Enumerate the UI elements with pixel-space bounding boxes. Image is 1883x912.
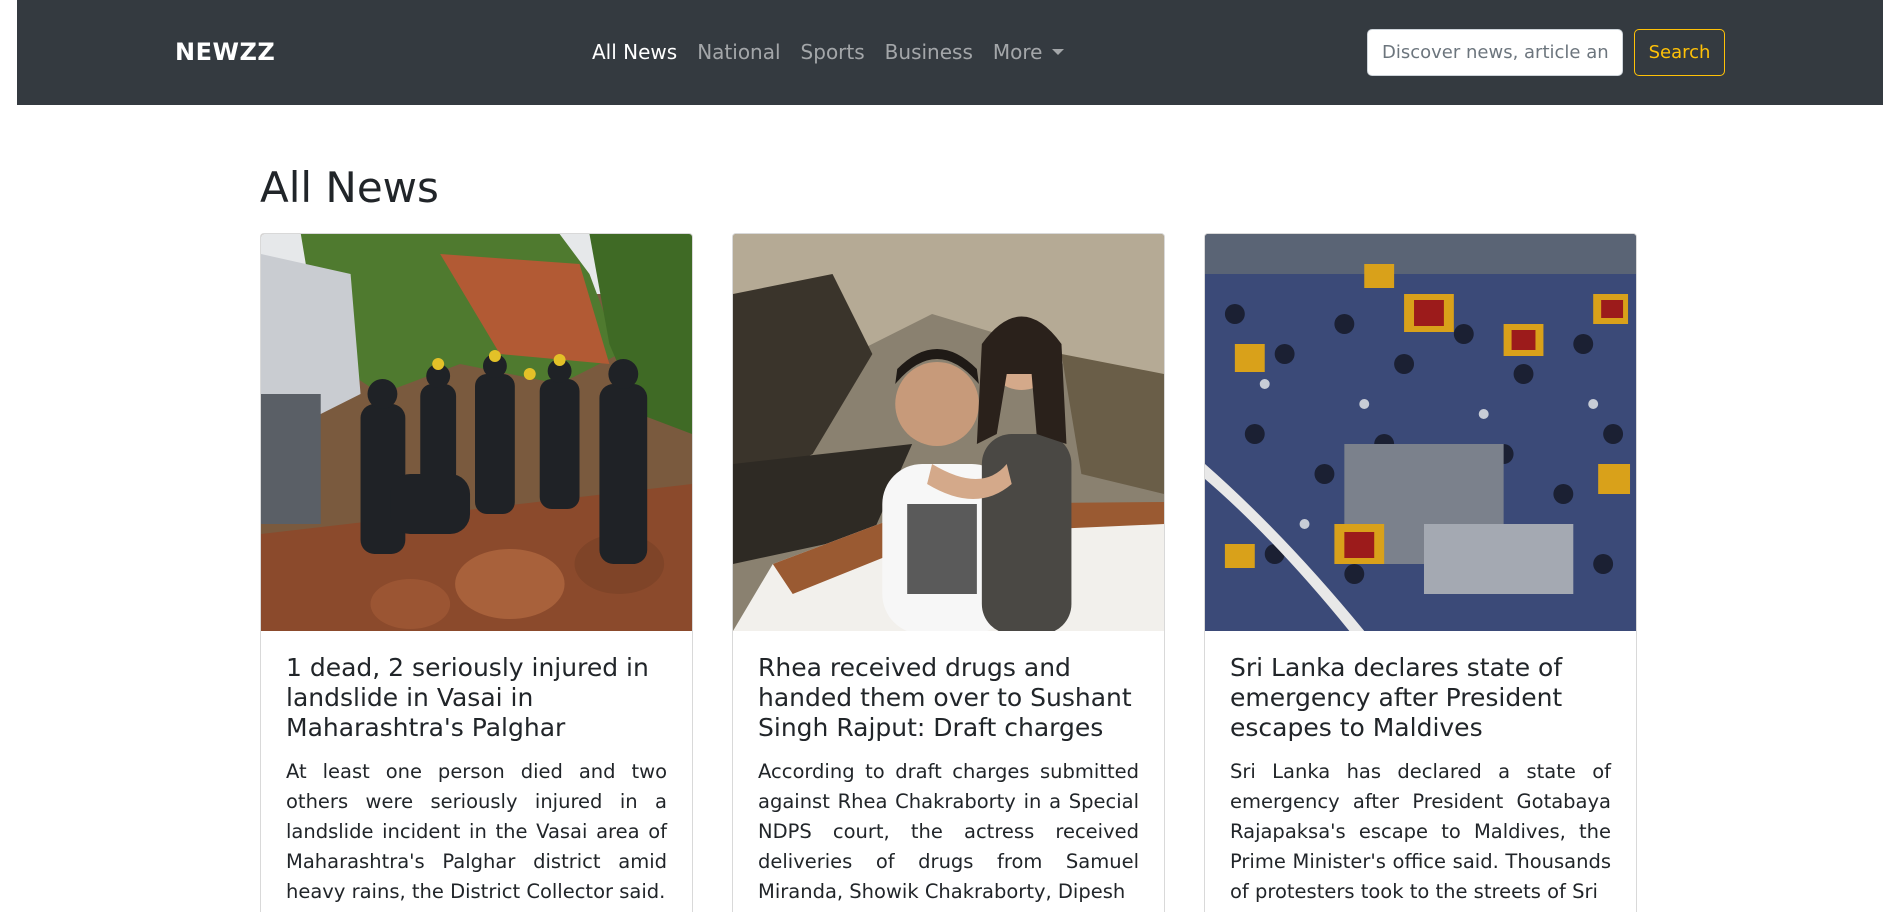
page: NEWZZ All News National Sports Business … xyxy=(0,0,1883,912)
search-input[interactable] xyxy=(1367,29,1623,76)
nav-link-national[interactable]: National xyxy=(697,35,780,69)
card-title[interactable]: Rhea received drugs and handed them over… xyxy=(758,653,1139,743)
nav-link-business[interactable]: Business xyxy=(885,35,973,69)
card-title[interactable]: Sri Lanka declares state of emergency af… xyxy=(1230,653,1611,743)
nav-link-sports[interactable]: Sports xyxy=(801,35,865,69)
card-text: At least one person died and two others … xyxy=(286,760,667,903)
card-text: According to draft charges submitted aga… xyxy=(758,760,1139,903)
nav-dropdown-more-label: More xyxy=(992,40,1043,64)
page-title: All News xyxy=(260,163,439,212)
news-card[interactable]: 1 dead, 2 seriously injured in landslide… xyxy=(260,233,693,912)
card-title[interactable]: 1 dead, 2 seriously injured in landslide… xyxy=(286,653,667,743)
caret-down-icon xyxy=(1052,48,1065,55)
nav-dropdown-more[interactable]: More xyxy=(993,35,1065,69)
card-body: 1 dead, 2 seriously injured in landslide… xyxy=(261,631,692,907)
card-text: Sri Lanka has declared a state of emerge… xyxy=(1230,760,1611,903)
news-card[interactable]: Sri Lanka declares state of emergency af… xyxy=(1204,233,1637,912)
card-body: Rhea received drugs and handed them over… xyxy=(733,631,1164,907)
card-body: Sri Lanka declares state of emergency af… xyxy=(1205,631,1636,907)
couple-boat-photo[interactable] xyxy=(733,234,1164,631)
brand-logo[interactable]: NEWZZ xyxy=(175,35,275,69)
search-button[interactable]: Search xyxy=(1634,29,1725,76)
nav-link-all-news[interactable]: All News xyxy=(592,35,677,69)
landslide-rescue-photo[interactable] xyxy=(261,234,692,631)
top-navbar: NEWZZ All News National Sports Business … xyxy=(17,0,1883,105)
nav-links: All News National Sports Business More xyxy=(592,35,1084,69)
news-card[interactable]: Rhea received drugs and handed them over… xyxy=(732,233,1165,912)
protest-crowd-photo[interactable] xyxy=(1205,234,1636,631)
